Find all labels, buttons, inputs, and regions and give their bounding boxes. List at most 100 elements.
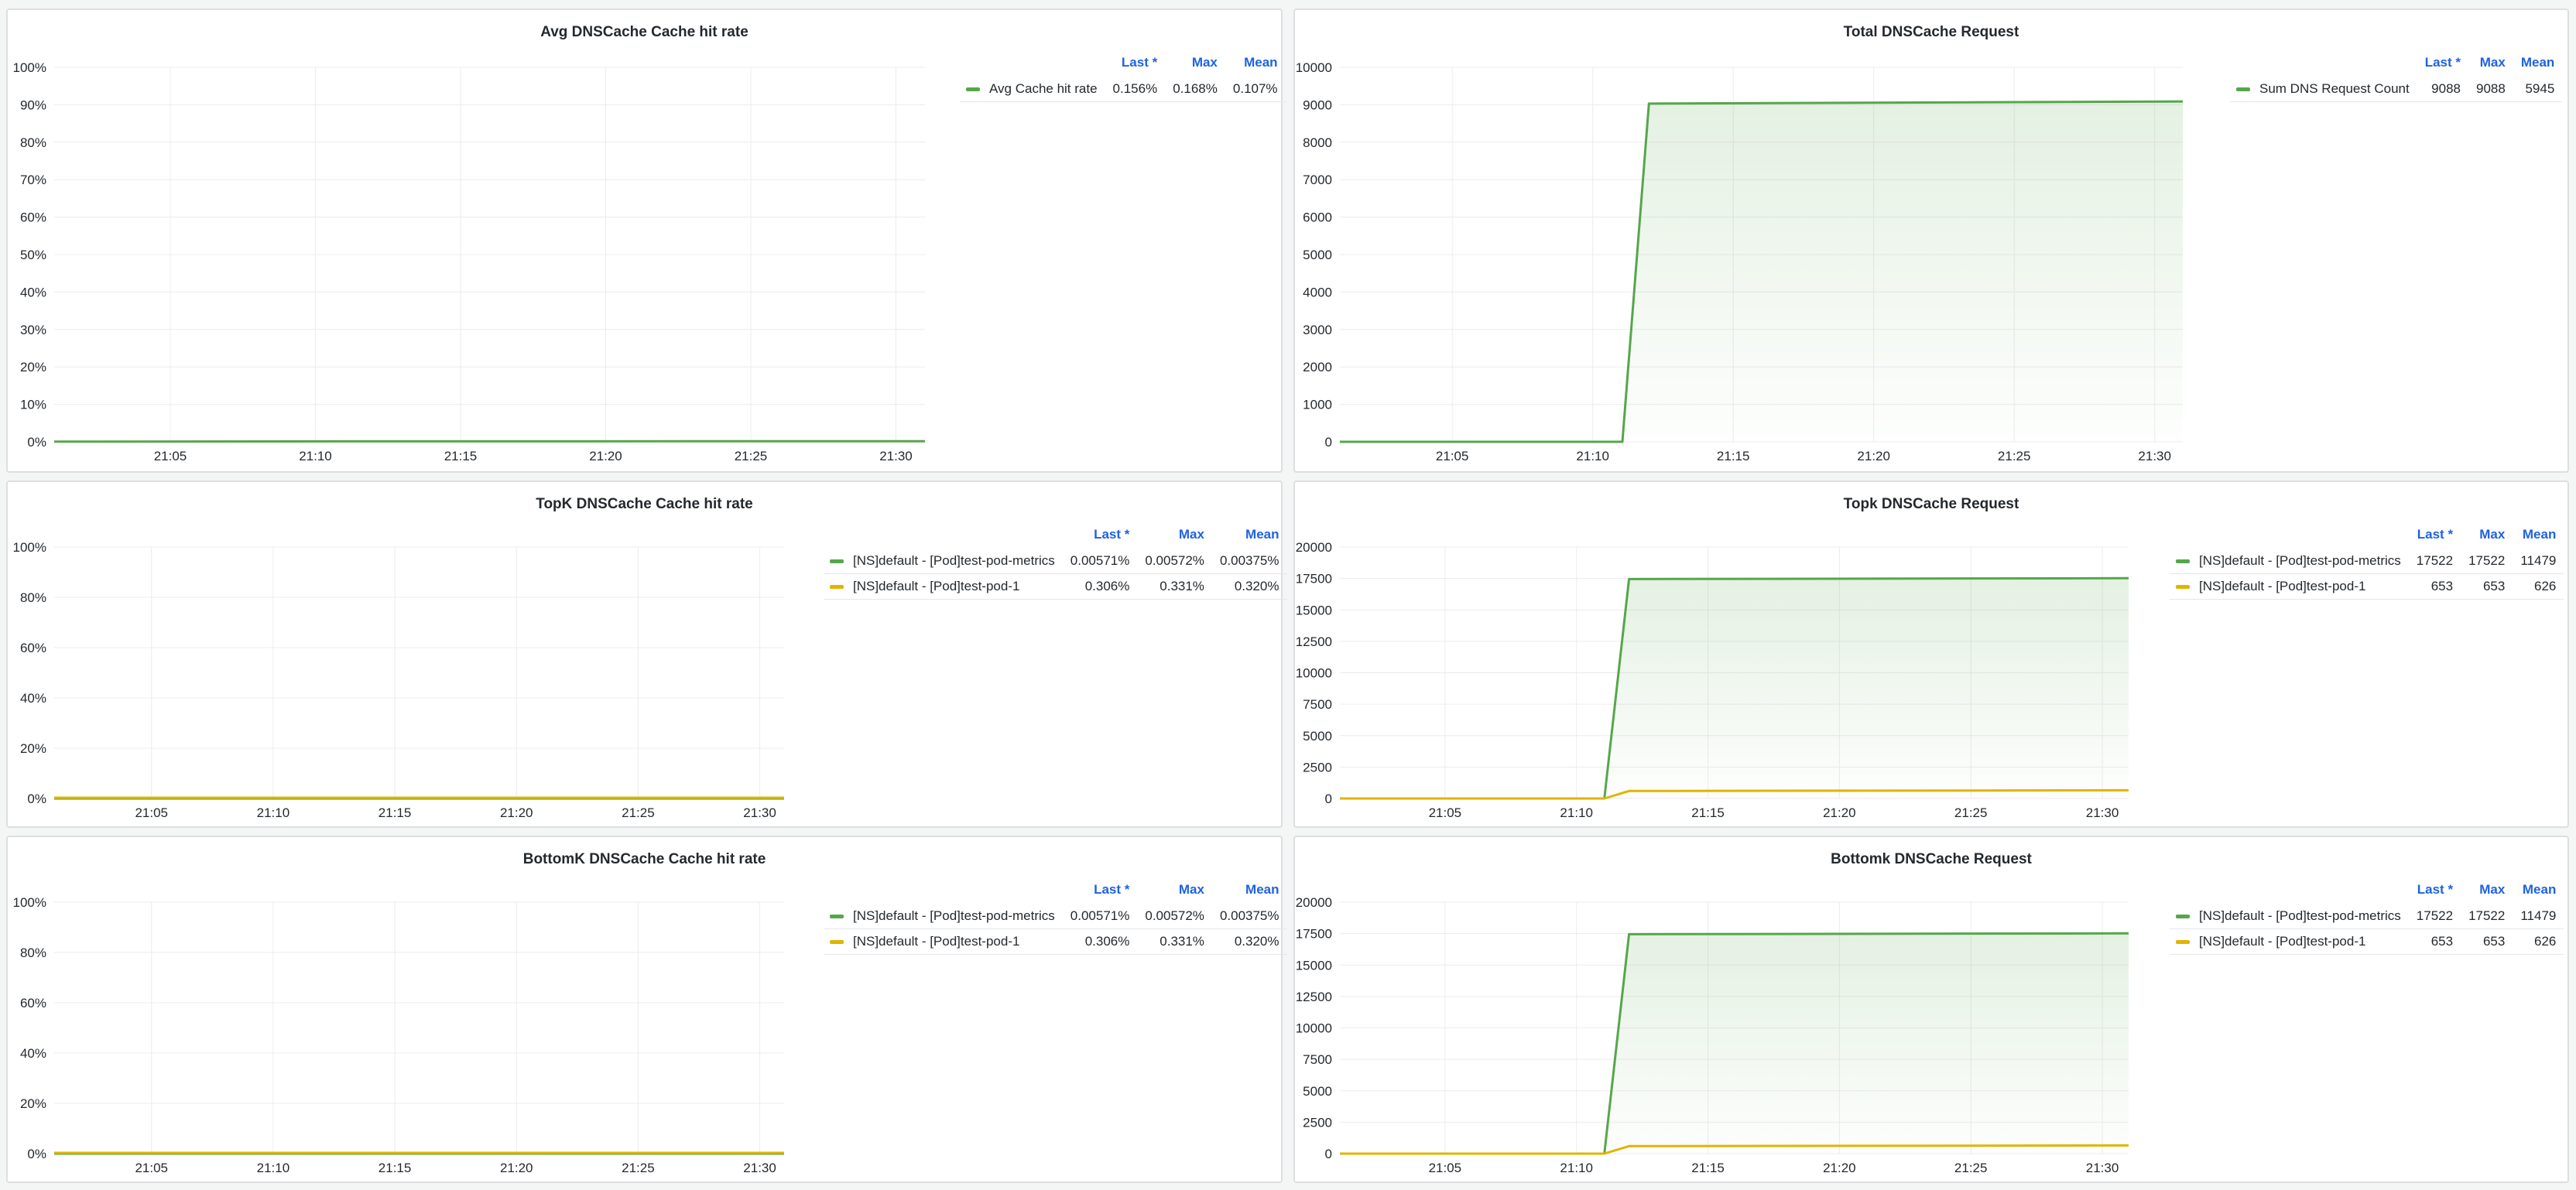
y-tick-label: 4000 bbox=[1303, 285, 1332, 299]
legend-header-last[interactable]: Last * bbox=[1063, 882, 1138, 904]
legend-series[interactable]: [NS]default - [Pod]test-pod-metrics bbox=[2170, 904, 2409, 929]
y-tick-label: 40% bbox=[20, 1046, 46, 1061]
legend-swatch-green bbox=[2236, 87, 2250, 92]
legend-row[interactable]: [NS]default - [Pod]test-pod-metrics 1752… bbox=[2170, 904, 2564, 929]
legend-header-mean[interactable]: Mean bbox=[2513, 527, 2564, 549]
legend-series[interactable]: Sum DNS Request Count bbox=[2230, 77, 2417, 102]
y-tick-label: 2500 bbox=[1303, 1115, 1332, 1130]
legend-swatch-green bbox=[830, 559, 844, 564]
legend-series-name: [NS]default - [Pod]test-pod-metrics bbox=[2199, 908, 2401, 923]
legend-mean: 0.00375% bbox=[1211, 549, 1287, 574]
legend-row[interactable]: Sum DNS Request Count 9088 9088 5945 bbox=[2230, 77, 2563, 102]
legend-series[interactable]: Avg Cache hit rate bbox=[960, 77, 1105, 102]
x-tick-label: 21:30 bbox=[2138, 449, 2171, 463]
legend-table: Last * Max Mean [NS]default - [Pod]test-… bbox=[2170, 527, 2564, 600]
y-tick-label: 17500 bbox=[1296, 572, 1332, 586]
legend-row[interactable]: Avg Cache hit rate 0.156% 0.168% 0.107% bbox=[960, 77, 1286, 102]
y-tick-label: 100% bbox=[13, 60, 46, 75]
legend-max: 0.331% bbox=[1137, 928, 1212, 955]
legend-header-mean[interactable]: Mean bbox=[2513, 882, 2564, 904]
x-tick-label: 21:25 bbox=[1998, 449, 2031, 463]
legend-header-max[interactable]: Max bbox=[1137, 527, 1212, 549]
y-tick-label: 100% bbox=[13, 540, 46, 555]
legend-mean: 626 bbox=[2513, 928, 2564, 955]
legend-header-last[interactable]: Last * bbox=[2409, 882, 2461, 904]
legend-swatch-yellow bbox=[830, 585, 844, 590]
y-tick-label: 8000 bbox=[1303, 135, 1332, 150]
legend-max: 17522 bbox=[2461, 549, 2513, 574]
legend-swatch-yellow bbox=[2176, 585, 2190, 590]
legend-series[interactable]: [NS]default - [Pod]test-pod-1 bbox=[2170, 928, 2409, 955]
legend-header-max[interactable]: Max bbox=[2461, 527, 2513, 549]
y-tick-label: 100% bbox=[13, 895, 46, 910]
x-tick-label: 21:10 bbox=[257, 805, 290, 820]
legend-row[interactable]: [NS]default - [Pod]test-pod-metrics 1752… bbox=[2170, 549, 2564, 574]
x-tick-label: 21:15 bbox=[1717, 449, 1750, 463]
legend-series[interactable]: [NS]default - [Pod]test-pod-metrics bbox=[824, 904, 1063, 929]
legend-header-mean[interactable]: Mean bbox=[1212, 527, 1287, 549]
legend-last: 653 bbox=[2408, 573, 2461, 600]
legend-table: Last * Max Mean [NS]default - [Pod]test-… bbox=[824, 527, 1287, 600]
legend-last: 0.306% bbox=[1062, 928, 1138, 955]
panel-topk-dns-request: Topk DNSCache Request 0 2500 5000 7500 10000… bbox=[1293, 480, 2569, 828]
legend-row[interactable]: [NS]default - [Pod]test-pod-1 653 653 62… bbox=[2170, 573, 2564, 600]
y-tick-label: 30% bbox=[20, 323, 46, 337]
legend-header-last[interactable]: Last * bbox=[1105, 55, 1166, 77]
legend-series[interactable]: [NS]default - [Pod]test-pod-1 bbox=[2170, 573, 2409, 600]
x-tick-label: 21:10 bbox=[1560, 1161, 1593, 1175]
y-tick-label: 50% bbox=[20, 248, 46, 262]
legend-swatch-yellow bbox=[830, 940, 844, 945]
x-tick-label: 21:15 bbox=[379, 1161, 412, 1175]
y-tick-label: 1000 bbox=[1303, 398, 1332, 412]
series-line-primary bbox=[53, 439, 926, 443]
x-tick-label: 21:20 bbox=[500, 1161, 533, 1175]
legend-series[interactable]: [NS]default - [Pod]test-pod-1 bbox=[824, 928, 1063, 955]
legend-header-max[interactable]: Max bbox=[2468, 55, 2513, 77]
x-tick-label: 21:05 bbox=[1429, 805, 1462, 820]
legend-max: 0.00572% bbox=[1137, 549, 1212, 574]
y-tick-label: 80% bbox=[20, 590, 46, 605]
x-tick-label: 21:10 bbox=[257, 1161, 290, 1175]
legend-swatch-green bbox=[2176, 915, 2190, 919]
series-area-fill bbox=[1340, 933, 2129, 1154]
legend-series[interactable]: [NS]default - [Pod]test-pod-1 bbox=[824, 573, 1063, 600]
legend-header-last[interactable]: Last * bbox=[2417, 55, 2468, 77]
y-tick-label: 80% bbox=[20, 946, 46, 960]
y-tick-label: 80% bbox=[20, 135, 46, 150]
legend-mean: 5945 bbox=[2513, 77, 2563, 102]
y-tick-label: 7000 bbox=[1303, 173, 1332, 187]
legend-header-mean[interactable]: Mean bbox=[1212, 882, 1287, 904]
x-tick-label: 21:15 bbox=[1691, 805, 1725, 820]
legend-header-max[interactable]: Max bbox=[1165, 55, 1225, 77]
legend-header-mean[interactable]: Mean bbox=[2513, 55, 2562, 77]
x-tick-label: 21:05 bbox=[1436, 449, 1469, 463]
legend-last: 0.00571% bbox=[1062, 904, 1138, 929]
x-tick-label: 21:20 bbox=[1823, 1161, 1856, 1175]
legend-row[interactable]: [NS]default - [Pod]test-pod-1 653 653 62… bbox=[2170, 928, 2564, 955]
y-tick-label: 10000 bbox=[1296, 1021, 1332, 1036]
legend-row[interactable]: [NS]default - [Pod]test-pod-1 0.306% 0.3… bbox=[824, 573, 1287, 600]
legend-last: 0.156% bbox=[1105, 77, 1166, 102]
legend-mean: 0.00375% bbox=[1211, 904, 1287, 929]
legend-row[interactable]: [NS]default - [Pod]test-pod-metrics 0.00… bbox=[824, 549, 1287, 574]
y-tick-label: 6000 bbox=[1303, 210, 1332, 225]
legend-series[interactable]: [NS]default - [Pod]test-pod-metrics bbox=[824, 549, 1063, 574]
legend-header-max[interactable]: Max bbox=[2461, 882, 2513, 904]
legend-header-last[interactable]: Last * bbox=[1063, 527, 1138, 549]
legend-series[interactable]: [NS]default - [Pod]test-pod-metrics bbox=[2170, 549, 2409, 574]
x-tick-label: 21:25 bbox=[735, 449, 768, 463]
legend-series-name: [NS]default - [Pod]test-pod-metrics bbox=[2199, 553, 2401, 568]
legend-last: 9088 bbox=[2417, 77, 2468, 102]
legend-row[interactable]: [NS]default - [Pod]test-pod-metrics 0.00… bbox=[824, 904, 1287, 929]
x-tick-label: 21:10 bbox=[1560, 805, 1593, 820]
legend-max: 0.00572% bbox=[1137, 904, 1212, 929]
legend-header-max[interactable]: Max bbox=[1137, 882, 1212, 904]
y-tick-label: 10% bbox=[20, 398, 46, 412]
legend-row[interactable]: [NS]default - [Pod]test-pod-1 0.306% 0.3… bbox=[824, 928, 1287, 955]
legend-header-last[interactable]: Last * bbox=[2409, 527, 2461, 549]
y-tick-label: 5000 bbox=[1303, 729, 1332, 744]
legend-header-mean[interactable]: Mean bbox=[1225, 55, 1286, 77]
y-tick-label: 60% bbox=[20, 210, 46, 225]
legend-last: 17522 bbox=[2408, 904, 2461, 929]
legend-max: 653 bbox=[2461, 928, 2513, 955]
